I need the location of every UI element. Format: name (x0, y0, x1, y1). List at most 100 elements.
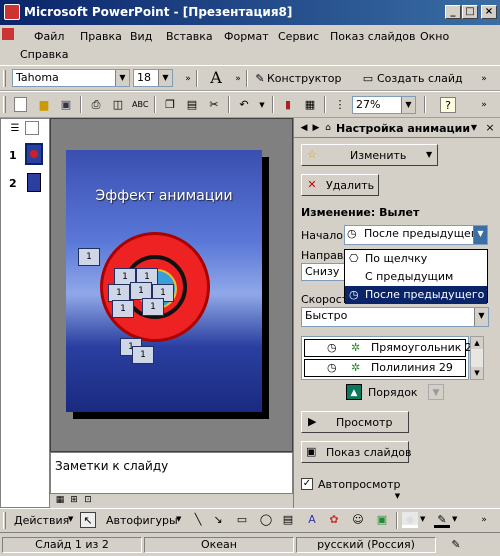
chevron-down-icon[interactable]: ▼ (466, 120, 482, 136)
print-icon[interactable]: ⎙ (88, 97, 104, 113)
preview-button[interactable]: ▶ Просмотр (301, 411, 409, 433)
chevron-down-icon[interactable]: ▼ (115, 70, 129, 86)
close-icon[interactable]: × (482, 120, 498, 136)
line-color-icon[interactable]: ✎ (434, 512, 450, 528)
maximize-button[interactable]: □ (462, 5, 478, 19)
toolbar-grip[interactable] (3, 96, 6, 113)
chevron-down-icon[interactable]: ▼ (254, 97, 270, 113)
slide-title[interactable]: Эффект анимации (66, 188, 262, 204)
copy-icon[interactable]: ❐ (162, 97, 178, 113)
font-size-combo[interactable]: 18 ▼ (133, 69, 173, 87)
option-after-previous[interactable]: ◷ После предыдущего (345, 286, 487, 304)
powerpoint-app-icon[interactable] (4, 4, 20, 20)
new-slide-icon[interactable]: ▭ (360, 71, 376, 87)
slide-thumbnail[interactable] (25, 143, 43, 165)
close-button[interactable]: × (481, 5, 497, 19)
line-icon[interactable]: ╲ (190, 512, 206, 528)
scroll-up-icon[interactable]: ▲ (471, 337, 483, 349)
speed-select[interactable]: Быстро ▼ (301, 307, 489, 327)
chevron-down-icon[interactable]: ▼ (474, 308, 488, 326)
increase-font-icon[interactable]: A (208, 70, 224, 86)
font-combo[interactable]: Tahoma ▼ (12, 69, 130, 87)
minimize-button[interactable]: _ (445, 5, 461, 19)
move-up-icon[interactable]: ▲ (346, 384, 362, 400)
document-icon[interactable] (2, 28, 14, 40)
toolbar-grip[interactable] (3, 70, 6, 87)
toolbar-grip[interactable] (3, 512, 6, 529)
scroll-down-icon[interactable]: ▼ (471, 367, 483, 379)
animation-tag[interactable]: 1 (112, 300, 134, 318)
slideshow-view-icon[interactable]: ⊡ (82, 494, 94, 506)
normal-view-icon[interactable]: ▦ (54, 494, 66, 506)
toolbar-options-icon[interactable]: » (230, 71, 246, 87)
delete-effect-button[interactable]: ✕ Удалить (301, 174, 379, 196)
actions-menu[interactable]: Действия (14, 514, 69, 527)
chevron-down-icon[interactable]: ▼ (176, 515, 181, 523)
option-with-previous[interactable]: С предыдущим (345, 268, 487, 286)
home-icon[interactable]: ⌂ (320, 120, 336, 136)
animation-tag[interactable]: 1 (132, 346, 154, 364)
insert-chart-icon[interactable]: ▮ (280, 97, 296, 113)
picture-icon[interactable]: ▣ (374, 512, 390, 528)
chevron-down-icon[interactable]: ▼ (473, 226, 487, 244)
toolbar-options-icon[interactable]: » (180, 71, 196, 87)
menu-help[interactable]: Справка (20, 48, 68, 61)
paste-icon[interactable]: ▤ (184, 97, 200, 113)
menu-window[interactable]: Окно (420, 30, 449, 43)
toolbar-options-icon[interactable]: » (476, 512, 492, 528)
chevron-down-icon[interactable]: ▼ (158, 70, 172, 86)
open-folder-icon[interactable]: ▆ (36, 97, 52, 113)
animation-tag[interactable]: 1 (142, 298, 164, 316)
grid-icon[interactable]: ⋮ (332, 97, 348, 113)
menu-tools[interactable]: Сервис (278, 30, 319, 43)
slideshow-button[interactable]: ▣ Показ слайдов (301, 441, 412, 463)
help-icon[interactable]: ? (440, 97, 456, 113)
menu-slideshow[interactable]: Показ слайдов (330, 30, 416, 43)
menu-view[interactable]: Вид (130, 30, 152, 43)
new-document-icon[interactable] (14, 97, 27, 112)
outline-tab-icon[interactable]: ☰ (7, 121, 23, 137)
start-select[interactable]: ◷ После предыдущего ▼ (344, 225, 488, 245)
chevron-down-icon[interactable]: ▼ (420, 515, 425, 523)
menu-insert[interactable]: Вставка (166, 30, 213, 43)
option-on-click[interactable]: ⎔ По щелчку (345, 250, 487, 268)
move-down-icon[interactable]: ▼ (428, 384, 444, 400)
chevron-down-icon[interactable]: ▼ (401, 97, 415, 113)
slide-canvas[interactable]: Эффект анимации 1 1 1 1 1 1 1 1 1 1 (66, 150, 262, 412)
toolbar-options-icon[interactable]: » (476, 97, 492, 113)
designer-button[interactable]: Конструктор (267, 72, 341, 85)
undo-icon[interactable]: ↶ (236, 97, 252, 113)
slide-thumbnail[interactable] (27, 173, 41, 192)
scroll-more-icon[interactable]: ▼ (294, 492, 500, 502)
textbox-icon[interactable]: ▤ (280, 512, 296, 528)
oval-icon[interactable]: ◯ (258, 512, 274, 528)
notes-pane[interactable]: Заметки к слайду (50, 452, 293, 494)
change-effect-button[interactable]: ☆ Изменить ▼ (301, 144, 438, 166)
chevron-down-icon[interactable]: ▼ (452, 515, 457, 523)
toolbar-options-icon[interactable]: » (476, 71, 492, 87)
slides-tab-icon[interactable] (25, 121, 39, 135)
direction-select[interactable]: Снизу (301, 263, 347, 281)
wordart-icon[interactable]: A (304, 512, 320, 528)
menu-file[interactable]: Файл (34, 30, 64, 43)
chevron-down-icon[interactable]: ▼ (68, 515, 73, 523)
spelling-icon[interactable]: ABC (132, 97, 148, 113)
rectangle-icon[interactable]: ▭ (234, 512, 250, 528)
animation-list-item[interactable]: ◷ ✲ Полилиния 29 (304, 359, 466, 377)
diagram-icon[interactable]: ✿ (326, 512, 342, 528)
sorter-view-icon[interactable]: ⊞ (68, 494, 80, 506)
fill-color-icon[interactable]: ◆ (402, 512, 418, 528)
save-icon[interactable]: ▣ (58, 97, 74, 113)
arrow-icon[interactable]: ↘ (210, 512, 226, 528)
print-preview-icon[interactable]: ◫ (110, 97, 126, 113)
format-painter-icon[interactable]: ✂ (206, 97, 222, 113)
autoshapes-menu[interactable]: Автофигуры (106, 514, 178, 527)
animation-tag[interactable]: 1 (78, 248, 100, 266)
autopreview-checkbox[interactable]: ✓ (301, 478, 313, 490)
menu-format[interactable]: Формат (224, 30, 269, 43)
animation-list[interactable]: ◷ ✲ Прямоугольник 28 ◷ ✲ Полилиния 29 (301, 336, 479, 380)
menu-edit[interactable]: Правка (80, 30, 122, 43)
designer-icon[interactable]: ✎ (252, 71, 268, 87)
insert-table-icon[interactable]: ▦ (302, 97, 318, 113)
zoom-combo[interactable]: 27% ▼ (352, 96, 416, 114)
